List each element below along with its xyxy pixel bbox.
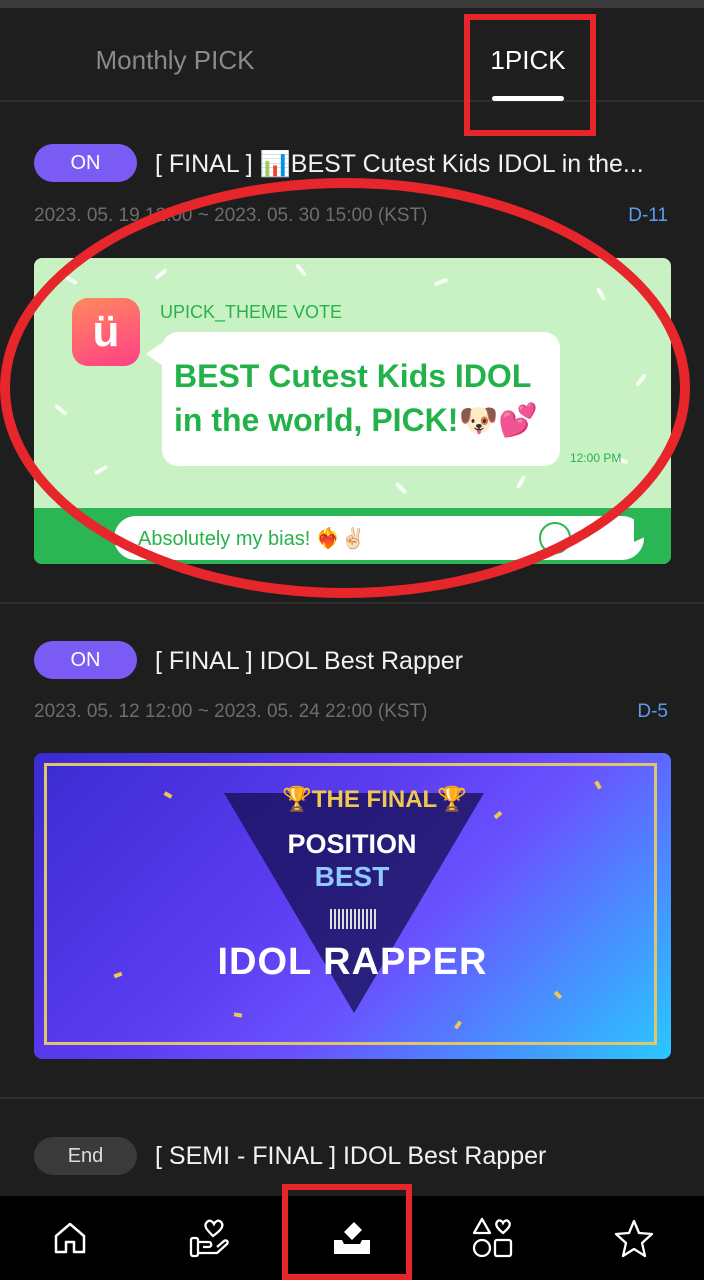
send-icon (634, 518, 660, 542)
dday-label: D-5 (637, 701, 668, 722)
tab-monthly-pick[interactable]: Monthly PICK (60, 8, 290, 100)
vote-date-range: 2023. 05. 12 12:00 ~ 2023. 05. 24 22:00 … (34, 701, 428, 722)
star-icon (614, 1219, 654, 1258)
vote-title[interactable]: [ FINAL ] 📊BEST Cutest Kids IDOL in the.… (155, 150, 675, 179)
vote-banner-idol-rapper[interactable]: 🏆THE FINAL🏆 POSITION BEST IDOL RAPPER (34, 753, 671, 1059)
status-badge: ON (34, 641, 137, 679)
heart-hand-icon (189, 1219, 229, 1258)
status-bar (0, 0, 704, 8)
status-badge: End (34, 1137, 137, 1175)
position-label: POSITION (287, 829, 417, 859)
status-badge: ON (34, 144, 137, 182)
highlight-box-vote-nav (282, 1184, 412, 1280)
highlight-ellipse-banner (0, 178, 690, 598)
dday-label: D-11 (628, 205, 668, 226)
nav-shapes[interactable] (423, 1196, 563, 1280)
nav-support[interactable] (140, 1196, 280, 1280)
shapes-icon (472, 1217, 513, 1258)
home-icon (54, 1222, 86, 1254)
final-label: 🏆THE FINAL🏆 (282, 786, 468, 813)
divider (0, 602, 704, 604)
barcode-graphic (330, 909, 376, 929)
idol-rapper-label: IDOL RAPPER (217, 941, 488, 983)
vote-title[interactable]: [ SEMI - FINAL ] IDOL Best Rapper (155, 1142, 675, 1171)
divider (0, 1097, 704, 1099)
nav-home[interactable] (0, 1196, 140, 1280)
vote-title[interactable]: [ FINAL ] IDOL Best Rapper (155, 647, 675, 676)
highlight-box-1pick-tab (464, 14, 596, 136)
tab-bar: Monthly PICK 1PICK (0, 8, 704, 102)
nav-favorites[interactable] (564, 1196, 704, 1280)
best-label: BEST (314, 861, 390, 892)
